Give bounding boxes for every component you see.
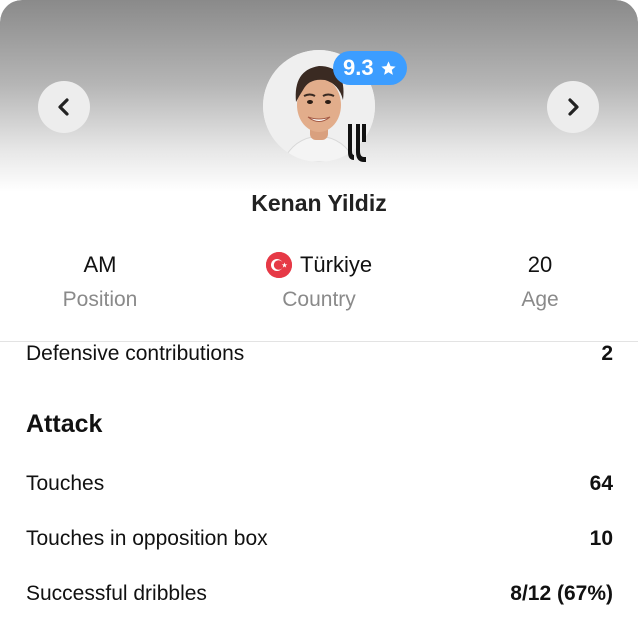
rating-badge: 9.3 (333, 51, 407, 85)
stat-value: 2 (601, 342, 613, 365)
position-info: AM Position (0, 250, 200, 312)
stat-row-successful-dribbles: Successful dribbles 8/12 (67%) (26, 582, 613, 606)
stat-label: Defensive contributions (26, 342, 245, 365)
age-info: 20 Age (440, 250, 638, 312)
country-label: Country (282, 288, 356, 311)
stat-row-touches-in-opposition-box: Touches in opposition box 10 (26, 527, 613, 551)
previous-player-button[interactable] (38, 81, 90, 133)
player-card: 9.3 Kenan Yildiz AM Position Türkiye Cou… (0, 0, 638, 617)
stat-row-touches: Touches 64 (26, 472, 613, 496)
turkey-flag-icon (265, 252, 292, 278)
stat-value: 10 (589, 527, 613, 550)
age-label: Age (521, 288, 559, 311)
country-info[interactable]: Türkiye Country (219, 250, 419, 312)
player-name: Kenan Yildiz (251, 190, 387, 216)
next-player-button[interactable] (547, 81, 599, 133)
position-label: Position (62, 288, 138, 311)
stat-label: Touches (26, 472, 105, 495)
stat-label: Touches in opposition box (26, 527, 268, 550)
country-value: Türkiye (299, 252, 373, 277)
juventus-logo (340, 122, 374, 164)
rating-value: 9.3 (343, 55, 374, 80)
stat-row-defensive-contributions: Defensive contributions 2 (26, 342, 613, 366)
chevron-left-icon (58, 98, 69, 116)
age-value: 20 (527, 252, 553, 277)
stat-value: 8/12 (67%) (510, 582, 613, 605)
stat-label: Successful dribbles (26, 582, 207, 605)
country-value-row: Türkiye (219, 250, 419, 280)
chevron-right-icon (568, 98, 579, 116)
attack-section-title: Attack (26, 410, 103, 438)
stat-value: 64 (589, 472, 613, 495)
star-icon (381, 60, 396, 75)
position-value: AM (83, 252, 117, 277)
